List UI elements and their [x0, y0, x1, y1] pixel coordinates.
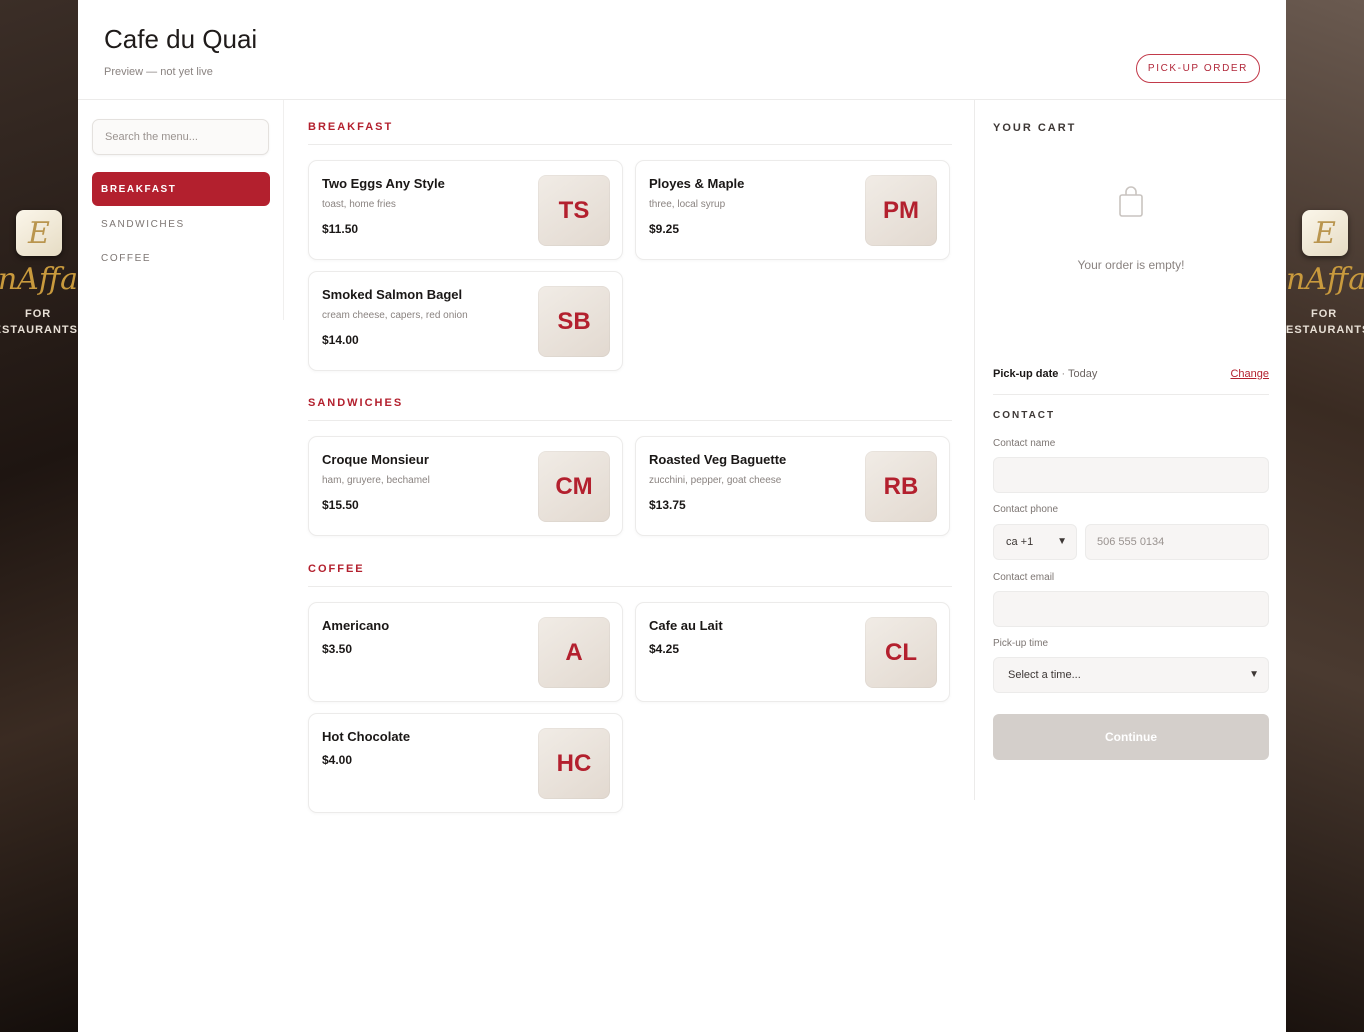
menu-item-description: zucchini, pepper, goat cheese [649, 475, 782, 486]
background-right-panel: E nAffa FOR ESTAURANTS [1286, 0, 1364, 1032]
menu-item-thumbnail: TS [538, 175, 610, 246]
brand-logo-badge: E [1302, 210, 1348, 256]
continue-button[interactable]: Continue [993, 714, 1269, 760]
cart-title: YOUR CART [993, 122, 1077, 134]
background-left-panel: E nAffa FOR ESTAURANTS [0, 0, 78, 1032]
menu-item-name: Hot Chocolate [322, 729, 411, 744]
menu-item-card[interactable]: Smoked Salmon Bagel cream cheese, capers… [308, 271, 623, 371]
cart-divider [993, 394, 1269, 395]
menu-item-price: $9.25 [649, 222, 680, 236]
menu-item-thumbnail: PM [865, 175, 937, 246]
pickup-time-label: Pick-up time [993, 638, 1049, 649]
menu-item-price: $13.75 [649, 498, 686, 512]
menu-item-thumbnail: CL [865, 617, 937, 688]
menu-item-thumbnail: CM [538, 451, 610, 522]
section-divider [308, 420, 952, 421]
menu-item-thumbnail: RB [865, 451, 937, 522]
menu-item-name: Cafe au Lait [649, 618, 723, 633]
brand-restaurants-text: ESTAURANTS [1286, 324, 1364, 336]
menu-item-name: Americano [322, 618, 390, 633]
ordering-page: Cafe du Quai Preview — not yet live PICK… [78, 0, 1286, 1032]
menu-item-card[interactable]: Ployes & Maple three, local syrup $9.25 … [635, 160, 950, 260]
menu-item-name: Two Eggs Any Style [322, 176, 445, 191]
menu-item-thumbnail: HC [538, 728, 610, 799]
brand-logo-badge: E [16, 210, 62, 256]
menu-item-description: ham, gruyere, bechamel [322, 475, 430, 486]
category-sandwiches[interactable]: SANDWICHES [92, 207, 270, 241]
menu-item-price: $4.25 [649, 642, 680, 656]
brand-for-text: FOR [25, 308, 52, 320]
menu-item-name: Croque Monsieur [322, 452, 429, 467]
menu-item-card[interactable]: Cafe au Lait $4.25 CL [635, 602, 950, 702]
change-pickup-link[interactable]: Change [1230, 368, 1269, 380]
preview-status-text: Preview — not yet live [104, 66, 213, 78]
pickup-date-row: Pick-up date · Today Change [993, 368, 1269, 380]
pickup-date-value: Today [1068, 368, 1098, 380]
menu-item-thumbnail: A [538, 617, 610, 688]
section-divider [308, 144, 952, 145]
menu-item-name: Smoked Salmon Bagel [322, 287, 463, 302]
pickup-date-label: Pick-up date [993, 368, 1059, 380]
category-breakfast[interactable]: BREAKFAST [92, 172, 270, 206]
menu-item-card[interactable]: Two Eggs Any Style toast, home fries $11… [308, 160, 623, 260]
brand-script-text: nAffa [0, 262, 78, 297]
menu-item-description: toast, home fries [322, 199, 396, 210]
menu-search-input[interactable] [92, 119, 269, 155]
page-header: Cafe du Quai Preview — not yet live PICK… [78, 0, 1286, 100]
chevron-down-icon: ▼ [1249, 669, 1259, 680]
brand-for-text: FOR [1311, 308, 1338, 320]
contact-section-title: CONTACT [993, 410, 1056, 421]
page-title: Cafe du Quai [104, 24, 258, 54]
country-code-select[interactable]: ca +1 ▼ [993, 524, 1077, 560]
brand-script-text: nAffa [1286, 262, 1364, 297]
menu-item-card[interactable]: Americano $3.50 A [308, 602, 623, 702]
contact-phone-field[interactable]: 506 555 0134 [1085, 524, 1269, 560]
menu-item-name: Roasted Veg Baguette [649, 452, 787, 467]
category-coffee[interactable]: COFFEE [92, 241, 270, 275]
menu-item-price: $4.00 [322, 753, 353, 767]
brand-restaurants-text: ESTAURANTS [0, 324, 78, 336]
shopping-bag-icon [1119, 186, 1143, 217]
section-title-sandwiches: SANDWICHES [308, 397, 404, 409]
menu-item-card[interactable]: Hot Chocolate $4.00 HC [308, 713, 623, 813]
pickup-time-value: Select a time... [1008, 669, 1081, 681]
menu-item-price: $15.50 [322, 498, 359, 512]
menu-item-name: Ployes & Maple [649, 176, 745, 191]
menu-item-price: $3.50 [322, 642, 353, 656]
contact-name-field[interactable] [993, 457, 1269, 493]
menu-item-card[interactable]: Roasted Veg Baguette zucchini, pepper, g… [635, 436, 950, 536]
menu-item-description: cream cheese, capers, red onion [322, 310, 468, 321]
contact-email-field[interactable] [993, 591, 1269, 627]
section-title-coffee: COFFEE [308, 563, 365, 575]
category-sidebar: BREAKFAST SANDWICHES COFFEE [78, 100, 284, 320]
contact-phone-label: Contact phone [993, 504, 1059, 515]
country-code-value: ca +1 [1006, 536, 1034, 548]
pickup-separator: · [1061, 368, 1066, 380]
contact-name-label: Contact name [993, 438, 1056, 449]
menu-item-price: $14.00 [322, 333, 359, 347]
menu-item-thumbnail: SB [538, 286, 610, 357]
section-title-breakfast: BREAKFAST [308, 121, 394, 133]
menu-item-card[interactable]: Croque Monsieur ham, gruyere, bechamel $… [308, 436, 623, 536]
section-divider [308, 586, 952, 587]
menu-item-price: $11.50 [322, 222, 359, 236]
pickup-time-select[interactable]: Select a time... ▼ [993, 657, 1269, 693]
empty-cart-message: Your order is empty! [1077, 258, 1185, 272]
menu-item-description: three, local syrup [649, 199, 726, 210]
cart-panel: YOUR CART Your order is empty! Pick-up d… [974, 100, 1286, 800]
chevron-down-icon: ▼ [1057, 536, 1067, 547]
phone-placeholder: 506 555 0134 [1097, 536, 1165, 548]
contact-email-label: Contact email [993, 572, 1055, 583]
pickup-order-button[interactable]: PICK-UP ORDER [1135, 54, 1260, 83]
